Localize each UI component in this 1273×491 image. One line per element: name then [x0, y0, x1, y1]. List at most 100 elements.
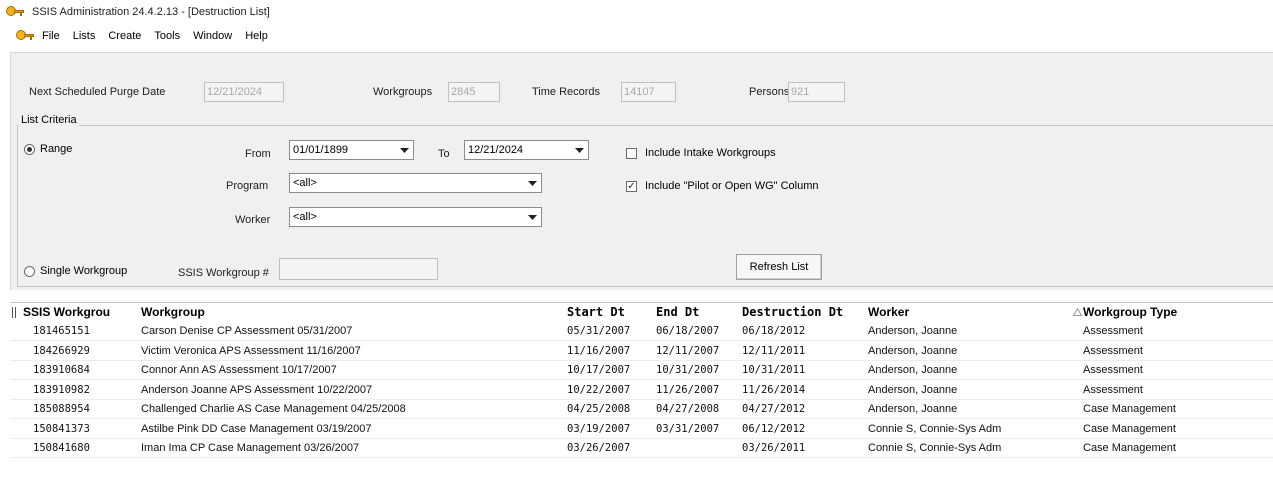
include-pilot-label: Include "Pilot or Open WG" Column	[645, 180, 819, 192]
cell-workgroup-type: Case Management	[1083, 422, 1176, 435]
row-divider	[10, 457, 1273, 458]
table-row[interactable]: 150841373 Astilbe Pink DD Case Management…	[10, 420, 1273, 439]
checkmark-icon: ✓	[626, 180, 637, 192]
criteria-panel: Next Scheduled Purge Date 12/21/2024 Wor…	[10, 52, 1273, 290]
column-header-destruction-dt[interactable]: Destruction Dt	[739, 303, 865, 322]
table-row[interactable]: 184266929 Victim Veronica APS Assessment …	[10, 342, 1273, 361]
radio-checked-icon	[24, 143, 35, 155]
column-pin-icon[interactable]	[12, 307, 16, 318]
cell-worker: Connie S, Connie-Sys Adm	[868, 422, 1002, 435]
cell-workgroup-type: Assessment	[1083, 383, 1143, 396]
cell-worker: Anderson, Joanne	[868, 344, 958, 357]
column-header-start-dt[interactable]: Start Dt	[564, 303, 653, 322]
purge-date-field: 12/21/2024	[204, 82, 284, 102]
key-icon[interactable]	[16, 29, 36, 43]
range-radio[interactable]: Range	[24, 143, 72, 155]
refresh-list-label: Refresh List	[749, 261, 809, 273]
program-dropdown[interactable]: <all>	[289, 173, 542, 193]
column-header-worker[interactable]: Worker	[865, 303, 1075, 322]
chevron-down-icon[interactable]	[523, 174, 541, 192]
workgroups-count-field: 2845	[448, 82, 500, 102]
cell-workgroup: Connor Ann AS Assessment 10/17/2007	[141, 364, 337, 376]
from-date-picker[interactable]: 01/01/1899	[289, 140, 414, 160]
window-title: SSIS Administration 24.4.2.13 - [Destruc…	[32, 6, 270, 18]
list-criteria-caption: List Criteria	[19, 114, 79, 126]
checkbox-unchecked-icon	[626, 147, 637, 159]
column-header-ssis-workgroup[interactable]: SSIS Workgrou	[20, 303, 138, 322]
cell-destruction-dt: 03/26/2011	[742, 442, 806, 454]
cell-workgroup: Astilbe Pink DD Case Management 03/19/20…	[141, 422, 372, 435]
cell-workgroup-type: Case Management	[1083, 403, 1176, 415]
menu-window[interactable]: Window	[193, 30, 232, 42]
cell-worker: Connie S, Connie-Sys Adm	[868, 442, 1002, 454]
cell-ssis-workgroup: 183910982	[33, 383, 90, 396]
cell-end-dt: 04/27/2008	[656, 403, 720, 415]
menu-create[interactable]: Create	[108, 30, 141, 42]
cell-destruction-dt: 04/27/2012	[742, 403, 806, 415]
persons-count-field: 921	[788, 82, 845, 102]
persons-label: Persons	[749, 86, 790, 98]
program-label: Program	[226, 180, 269, 192]
cell-destruction-dt: 11/26/2014	[742, 383, 806, 396]
cell-end-dt: 03/31/2007	[656, 422, 720, 435]
cell-start-dt: 03/19/2007	[567, 422, 631, 435]
cell-ssis-workgroup: 183910684	[33, 364, 90, 376]
table-row[interactable]: 150841680 Iman Ima CP Case Management 03/…	[10, 439, 1273, 458]
cell-destruction-dt: 06/12/2012	[742, 422, 806, 435]
cell-worker: Anderson, Joanne	[868, 364, 958, 376]
refresh-list-button[interactable]: Refresh List	[736, 254, 822, 280]
cell-destruction-dt: 10/31/2011	[742, 364, 806, 376]
menu-tools[interactable]: Tools	[154, 30, 180, 42]
time-records-count-field: 14107	[621, 82, 676, 102]
grid-header: SSIS Workgrou Workgroup Start Dt End Dt …	[10, 303, 1273, 322]
destruction-list-grid[interactable]: SSIS Workgrou Workgroup Start Dt End Dt …	[10, 302, 1273, 491]
cell-workgroup-type: Assessment	[1083, 325, 1143, 337]
menu-file[interactable]: File	[42, 30, 60, 42]
radio-unchecked-icon	[24, 265, 35, 277]
single-workgroup-label: Single Workgroup	[40, 265, 128, 277]
column-header-workgroup-type[interactable]: Workgroup Type	[1080, 303, 1273, 322]
to-date-picker[interactable]: 12/21/2024	[464, 140, 589, 160]
table-row[interactable]: 183910684 Connor Ann AS Assessment 10/17/…	[10, 361, 1273, 380]
workgroups-label: Workgroups	[373, 86, 433, 98]
cell-end-dt: 06/18/2007	[656, 325, 720, 337]
worker-dropdown[interactable]: <all>	[289, 207, 542, 227]
cell-destruction-dt: 12/11/2011	[742, 344, 806, 357]
table-row[interactable]: 185088954 Challenged Charlie AS Case Mana…	[10, 400, 1273, 419]
cell-workgroup: Iman Ima CP Case Management 03/26/2007	[141, 442, 360, 454]
single-workgroup-radio[interactable]: Single Workgroup	[24, 265, 127, 277]
program-value: <all>	[293, 177, 317, 189]
worker-value: <all>	[293, 211, 317, 223]
time-records-label: Time Records	[532, 86, 601, 98]
column-header-end-dt[interactable]: End Dt	[653, 303, 739, 322]
cell-workgroup-type: Case Management	[1083, 442, 1176, 454]
table-row[interactable]: 181465151 Carson Denise CP Assessment 05/…	[10, 322, 1273, 341]
cell-start-dt: 11/16/2007	[567, 344, 631, 357]
cell-end-dt: 12/11/2007	[656, 344, 720, 357]
chevron-down-icon[interactable]	[570, 141, 588, 159]
cell-ssis-workgroup: 185088954	[33, 403, 90, 415]
cell-end-dt: 11/26/2007	[656, 383, 720, 396]
cell-start-dt: 10/22/2007	[567, 383, 631, 396]
menu-bar: File Lists Create Tools Window Help	[0, 24, 1273, 48]
include-intake-label: Include Intake Workgroups	[645, 147, 776, 159]
include-intake-checkbox[interactable]: Include Intake Workgroups	[626, 147, 776, 159]
cell-start-dt: 04/25/2008	[567, 403, 631, 415]
range-radio-label: Range	[40, 143, 73, 155]
from-label: From	[245, 148, 271, 160]
menu-lists[interactable]: Lists	[73, 30, 96, 42]
table-row[interactable]: 183910982 Anderson Joanne APS Assessment …	[10, 381, 1273, 400]
purge-date-label: Next Scheduled Purge Date	[29, 86, 166, 98]
cell-workgroup: Challenged Charlie AS Case Management 04…	[141, 403, 406, 415]
ssis-workgroup-input[interactable]	[279, 258, 438, 280]
chevron-down-icon[interactable]	[523, 208, 541, 226]
cell-worker: Anderson, Joanne	[868, 383, 958, 396]
cell-destruction-dt: 06/18/2012	[742, 325, 806, 337]
column-header-workgroup[interactable]: Workgroup	[138, 303, 564, 322]
include-pilot-column-checkbox[interactable]: ✓ Include "Pilot or Open WG" Column	[626, 180, 819, 192]
menu-help[interactable]: Help	[245, 30, 268, 42]
cell-workgroup: Carson Denise CP Assessment 05/31/2007	[141, 325, 353, 337]
chevron-down-icon[interactable]	[395, 141, 413, 159]
cell-end-dt	[653, 439, 739, 458]
from-date-value: 01/01/1899	[293, 144, 349, 156]
